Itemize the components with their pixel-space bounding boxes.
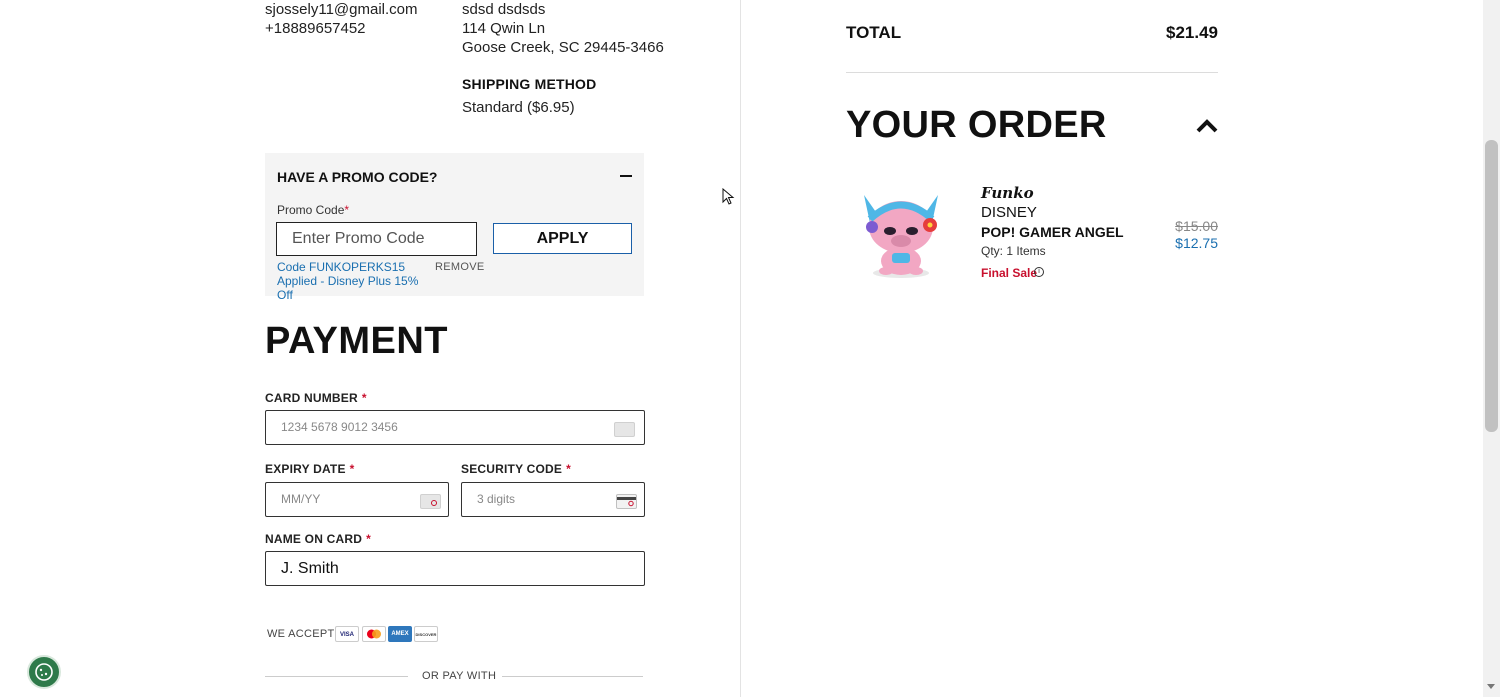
name-label-text: NAME ON CARD xyxy=(265,532,363,546)
shipping-method-value: Standard ($6.95) xyxy=(462,99,575,116)
chevron-up-icon[interactable] xyxy=(1196,118,1218,134)
visa-icon: VISA xyxy=(335,626,359,642)
mastercard-circles-icon xyxy=(367,629,381,639)
required-mark: * xyxy=(344,203,350,217)
summary-divider xyxy=(846,72,1218,73)
name-on-card-value: J. Smith xyxy=(281,560,339,577)
name-on-card-label: NAME ON CARD * xyxy=(265,532,371,546)
card-number-label-text: CARD NUMBER xyxy=(265,391,358,405)
promo-code-input[interactable] xyxy=(276,222,477,256)
or-divider-left xyxy=(265,676,408,677)
original-price: $15.00 xyxy=(1175,218,1218,234)
column-divider xyxy=(740,0,741,697)
final-sale-label: Final Sale xyxy=(981,266,1038,280)
total-value: $21.49 xyxy=(1166,23,1218,42)
security-placeholder: 3 digits xyxy=(477,492,516,506)
shipping-method-title: SHIPPING METHOD xyxy=(462,76,597,92)
collapse-icon[interactable] xyxy=(620,175,632,177)
info-icon[interactable]: i xyxy=(1034,267,1044,277)
cvv-stripe-icon xyxy=(617,497,636,507)
credit-card-icon xyxy=(614,422,635,437)
required-mark: * xyxy=(361,391,367,405)
expiry-date-label: EXPIRY DATE * xyxy=(265,462,355,476)
product-image xyxy=(864,195,938,278)
required-mark: * xyxy=(349,462,355,476)
address-street: 114 Qwin Ln xyxy=(462,20,546,37)
contact-info: sjossely11@gmail.com +18889657452 xyxy=(265,0,418,38)
product-name: POP! GAMER ANGEL xyxy=(981,224,1124,240)
contact-phone: +18889657452 xyxy=(265,20,366,37)
discover-icon: DISCOVER xyxy=(414,626,438,642)
cookie-settings-button[interactable] xyxy=(27,655,61,689)
address-city: Goose Creek, SC 29445-3466 xyxy=(462,39,664,56)
payment-title: PAYMENT xyxy=(265,320,448,362)
or-pay-with-label: OR PAY WITH xyxy=(422,670,497,682)
card-expiry-icon xyxy=(420,494,441,509)
expiry-date-input[interactable]: MM/YY xyxy=(265,482,449,517)
card-number-label: CARD NUMBER * xyxy=(265,391,367,405)
card-number-input[interactable]: 1234 5678 9012 3456 xyxy=(265,410,645,445)
required-mark: * xyxy=(566,462,571,476)
expiry-mark-icon xyxy=(431,500,437,506)
card-cvv-icon xyxy=(616,494,637,509)
promo-applied-message: Code FUNKOPERKS15 Applied - Disney Plus … xyxy=(277,260,419,302)
promo-code-panel: HAVE A PROMO CODE? Promo Code* APPLY Cod… xyxy=(265,153,644,302)
promo-label-text: Promo Code xyxy=(277,203,345,217)
security-label-text: SECURITY CODE xyxy=(461,462,563,476)
apply-button[interactable]: APPLY xyxy=(493,223,632,254)
required-mark: * xyxy=(366,532,371,546)
security-code-input[interactable]: 3 digits xyxy=(461,482,645,517)
scrollbar-thumb[interactable] xyxy=(1485,140,1498,432)
promo-title: HAVE A PROMO CODE? xyxy=(277,169,438,185)
funko-logo: Funko xyxy=(981,184,1034,202)
card-number-placeholder: 1234 5678 9012 3456 xyxy=(281,420,398,434)
security-code-label: SECURITY CODE * xyxy=(461,462,571,476)
shipping-address: sdsd dsdsds 114 Qwin Ln Goose Creek, SC … xyxy=(462,0,664,57)
promo-code-label: Promo Code* xyxy=(277,203,349,217)
expiry-label-text: EXPIRY DATE xyxy=(265,462,346,476)
contact-email: sjossely11@gmail.com xyxy=(265,1,418,18)
expiry-placeholder: MM/YY xyxy=(281,492,321,506)
scroll-down-arrow-icon[interactable] xyxy=(1487,684,1495,689)
mastercard-icon xyxy=(362,626,386,642)
cookie-icon xyxy=(35,663,53,681)
mouse-cursor-icon xyxy=(722,188,735,205)
product-brand: DISNEY xyxy=(981,204,1037,221)
or-divider-right xyxy=(502,676,643,677)
remove-promo-link[interactable]: REMOVE xyxy=(435,261,484,273)
total-label: TOTAL xyxy=(846,23,902,42)
sale-price: $12.75 xyxy=(1175,235,1218,251)
product-quantity: Qty: 1 Items xyxy=(981,244,1046,258)
amex-icon: AMEX xyxy=(388,626,412,642)
we-accept-label: WE ACCEPT xyxy=(267,628,335,640)
name-on-card-input[interactable]: J. Smith xyxy=(265,551,645,586)
address-name: sdsd dsdsds xyxy=(462,1,546,18)
your-order-title: YOUR ORDER xyxy=(846,104,1107,146)
